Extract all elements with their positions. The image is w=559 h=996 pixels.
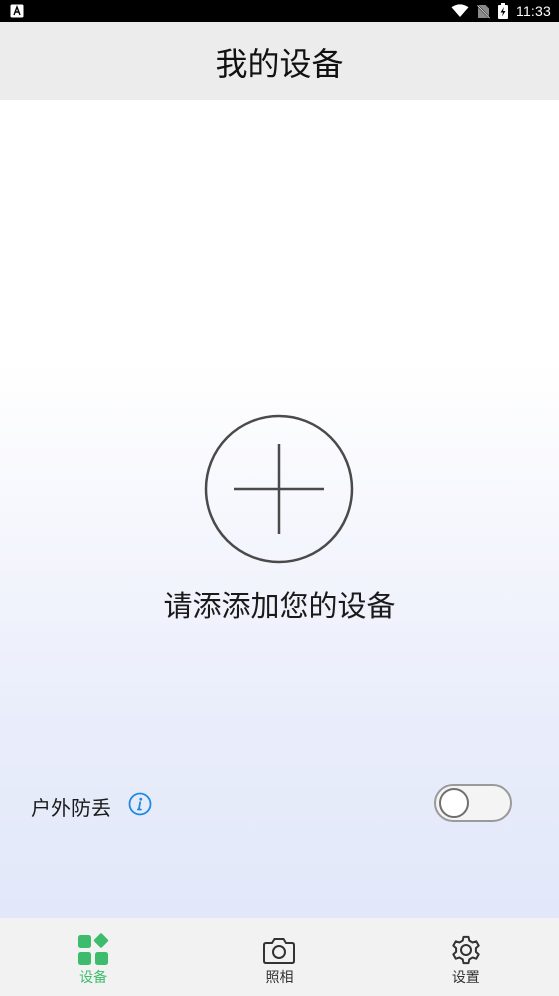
battery-charging-icon — [498, 3, 508, 19]
outdoor-antilost-row: 户外防丢 — [0, 783, 559, 825]
main-content: 请添添加您的设备 户外防丢 — [0, 100, 559, 918]
status-bar: 11:33 — [0, 0, 559, 22]
add-device-prompt: 请添添加您的设备 — [163, 589, 396, 623]
app-header: 我的设备 — [0, 22, 559, 100]
wifi-icon — [451, 4, 469, 17]
status-icons: 11:33 — [451, 0, 551, 22]
info-icon[interactable] — [128, 792, 152, 816]
tab-devices[interactable]: 设备 — [0, 918, 186, 996]
status-time: 11:33 — [516, 3, 551, 19]
add-device-button[interactable] — [204, 414, 354, 564]
tab-settings[interactable]: 设置 — [373, 918, 559, 996]
outdoor-antilost-label: 户外防丢 — [31, 796, 111, 820]
toggle-knob — [439, 788, 469, 818]
page-title: 我的设备 — [215, 45, 344, 83]
bottom-nav: 设备 照相 设置 — [0, 918, 559, 996]
tab-camera[interactable]: 照相 — [186, 918, 372, 996]
notification-a-icon — [10, 4, 24, 18]
tab-devices-label: 设备 — [79, 970, 108, 986]
tab-settings-label: 设置 — [451, 970, 480, 986]
tab-camera-label: 照相 — [265, 970, 294, 986]
outdoor-antilost-toggle[interactable] — [434, 784, 512, 822]
devices-grid-icon — [78, 933, 109, 965]
camera-icon — [263, 938, 296, 964]
no-sim-icon — [477, 4, 490, 19]
gear-icon — [452, 935, 480, 965]
